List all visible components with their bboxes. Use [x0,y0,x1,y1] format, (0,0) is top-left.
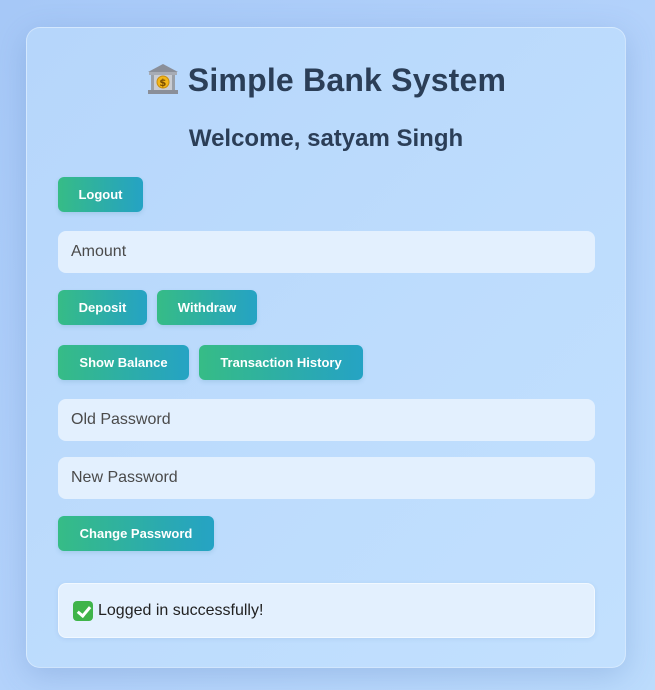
status-message-text: Logged in successfully! [98,601,264,619]
welcome-heading: Welcome, satyam Singh [188,125,464,152]
deposit-button[interactable]: Deposit [58,290,147,325]
bank-card: $ Simple Bank System Welcome, satyam Sin… [26,27,626,668]
svg-text:$: $ [159,78,166,89]
transaction-history-button[interactable]: Transaction History [199,345,363,380]
logout-button[interactable]: Logout [58,177,143,212]
show-balance-button[interactable]: Show Balance [58,345,189,380]
withdraw-button[interactable]: Withdraw [157,290,257,325]
old-password-input[interactable] [58,399,595,441]
change-password-button[interactable]: Change Password [58,516,214,551]
bank-icon: $ [147,64,178,94]
page-title: $ Simple Bank System [27,62,625,99]
check-mark-icon [73,600,93,621]
amount-input[interactable] [58,231,595,273]
app-title: Simple Bank System [187,62,507,98]
new-password-input[interactable] [58,457,595,499]
status-message-box: Logged in successfully! [58,583,595,638]
